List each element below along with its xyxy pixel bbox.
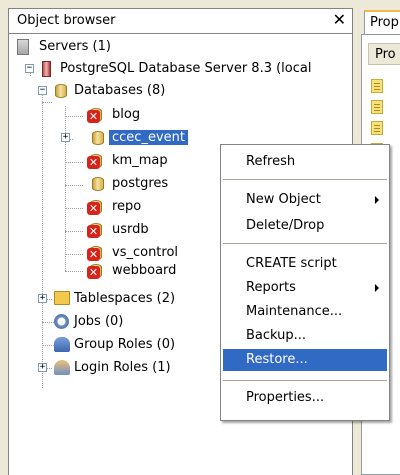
menu-item-maintenance[interactable]: Maintenance... — [223, 301, 387, 323]
database-label: postgres — [112, 176, 169, 191]
menu-item-reports[interactable]: Reports — [223, 277, 387, 299]
tree-label-group-roles: Group Roles (0) — [74, 337, 176, 352]
menu-item-label: Backup... — [246, 328, 307, 343]
tablespaces-folder-icon — [54, 291, 70, 305]
collapse-icon[interactable]: − — [25, 64, 34, 73]
menu-item-label: Delete/Drop — [246, 218, 325, 233]
database-disconnected-icon: ✕ — [87, 107, 103, 123]
menu-item-restore[interactable]: Restore... — [223, 349, 387, 371]
property-icon — [371, 100, 383, 114]
menu-item-label: Refresh — [246, 154, 296, 169]
properties-column-label: Pro — [375, 47, 396, 62]
object-browser-title: Object browser — [17, 13, 116, 28]
tree-label-databases: Databases (8) — [74, 83, 166, 98]
menu-item-delete-drop[interactable]: Delete/Drop — [223, 215, 387, 237]
database-group-icon — [54, 83, 68, 99]
object-browser-header: Object browser ✕ — [8, 8, 353, 34]
tab-properties[interactable]: Prop — [364, 10, 400, 34]
database-label: blog — [112, 107, 141, 122]
menu-item-label: Reports — [246, 280, 296, 295]
database-label: repo — [112, 199, 142, 214]
close-icon[interactable]: ✕ — [333, 10, 346, 29]
properties-column-header[interactable]: Pro — [368, 43, 400, 65]
menu-item-label: Restore... — [246, 352, 308, 367]
tree-label-tablespaces: Tablespaces (2) — [74, 291, 176, 306]
database-disconnected-icon: ✕ — [87, 199, 103, 215]
database-label: vs_control — [112, 245, 179, 260]
expand-icon[interactable]: + — [38, 363, 47, 372]
menu-item-properties[interactable]: Properties... — [223, 387, 387, 409]
menu-item-label: Maintenance... — [246, 304, 343, 319]
menu-item-backup[interactable]: Backup... — [223, 325, 387, 347]
login-roles-icon — [54, 360, 70, 375]
server-icon — [42, 61, 51, 77]
menu-item-label: New Object — [246, 192, 321, 207]
database-icon — [91, 176, 105, 192]
menu-separator — [223, 243, 387, 244]
server-group-icon — [17, 39, 29, 55]
expand-icon[interactable]: + — [38, 294, 47, 303]
tree-label-login-roles: Login Roles (1) — [74, 360, 171, 375]
menu-item-new-object[interactable]: New Object — [223, 189, 387, 211]
menu-item-label: CREATE script — [246, 256, 337, 271]
tab-properties-label: Prop — [370, 15, 399, 30]
menu-separator — [223, 380, 387, 381]
database-icon — [91, 130, 105, 146]
database-label: km_map — [112, 153, 168, 168]
submenu-arrow-icon — [375, 196, 379, 204]
menu-separator — [223, 179, 387, 180]
tree-label-server: PostgreSQL Database Server 8.3 (local — [60, 61, 312, 76]
database-label: ccec_event — [109, 130, 188, 145]
menu-item-create-script[interactable]: CREATE script — [223, 253, 387, 275]
tree-label-jobs: Jobs (0) — [74, 314, 124, 329]
property-icon — [371, 79, 383, 93]
database-disconnected-icon: ✕ — [87, 222, 103, 238]
database-disconnected-icon: ✕ — [87, 263, 103, 279]
group-roles-icon — [54, 337, 70, 352]
submenu-arrow-icon — [375, 284, 379, 292]
database-label: usrdb — [112, 222, 149, 237]
jobs-icon — [54, 314, 69, 329]
property-icon — [371, 121, 383, 135]
collapse-icon[interactable]: − — [38, 86, 47, 95]
menu-item-refresh[interactable]: Refresh — [223, 151, 387, 173]
menu-item-label: Properties... — [246, 390, 325, 405]
database-label: webboard — [112, 263, 177, 278]
database-disconnected-icon: ✕ — [87, 245, 103, 261]
database-disconnected-icon: ✕ — [87, 153, 103, 169]
tree-label-servers: Servers (1) — [39, 39, 111, 54]
context-menu: Refresh New Object Delete/Drop CREATE sc… — [220, 144, 390, 421]
expand-icon[interactable]: + — [61, 133, 70, 142]
